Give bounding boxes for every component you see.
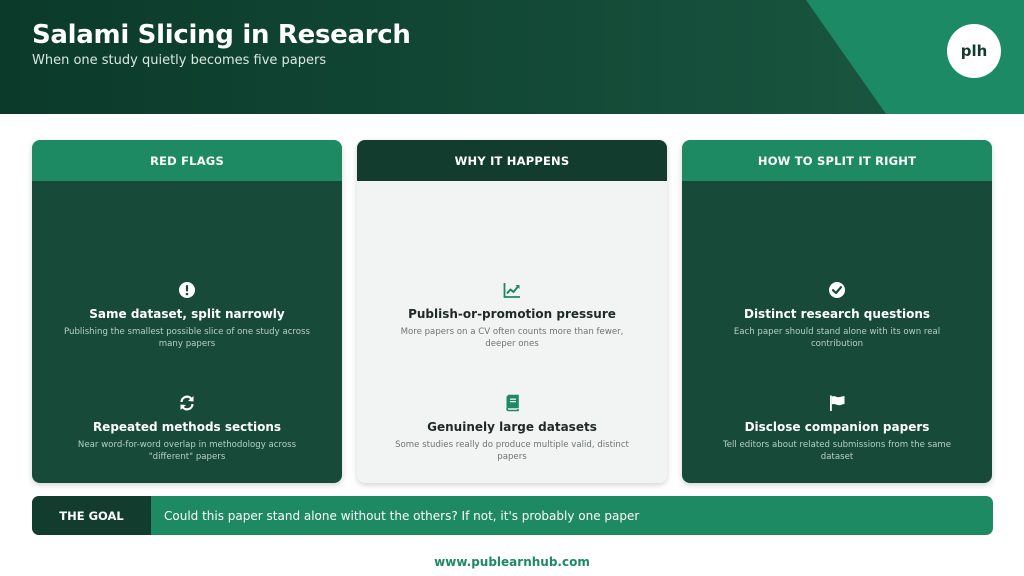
- goal-text: Could this paper stand alone without the…: [164, 508, 640, 523]
- item-title: Repeated methods sections: [92, 420, 282, 434]
- footer-url: www.publearnhub.com: [434, 555, 590, 569]
- goal-bar: THE GOAL Could this paper stand alone wi…: [32, 496, 993, 535]
- exclamation-circle-icon: [179, 282, 195, 298]
- item-description: Each paper should stand alone with its o…: [733, 327, 941, 349]
- book-icon: [506, 394, 519, 412]
- item-description: More papers on a CV often counts more th…: [400, 327, 624, 349]
- page-subtitle: When one study quietly becomes five pape…: [32, 53, 327, 68]
- list-item: Distinct research questions Each paper s…: [682, 281, 992, 350]
- flag-icon: [830, 395, 845, 411]
- item-title: Distinct research questions: [743, 307, 931, 321]
- list-item: Same dataset, split narrowly Publishing …: [32, 281, 342, 350]
- item-description: Some studies really do produce multiple …: [395, 440, 629, 462]
- item-title: Publish-or-promotion pressure: [408, 307, 616, 321]
- item-title: Disclose companion papers: [744, 420, 930, 434]
- card-heading: RED FLAGS: [32, 140, 342, 181]
- list-item: Disclose companion papers Tell editors a…: [682, 394, 992, 463]
- card-heading: HOW TO SPLIT IT RIGHT: [682, 140, 992, 181]
- list-item: Publish-or-promotion pressure More paper…: [357, 281, 667, 350]
- why-it-happens-card: WHY IT HAPPENS Publish-or-promotion pres…: [357, 140, 667, 483]
- red-flags-card: RED FLAGS Same dataset, split narrowly P…: [32, 140, 342, 483]
- how-to-split-card: HOW TO SPLIT IT RIGHT Distinct research …: [682, 140, 992, 483]
- item-description: Tell editors about related submissions f…: [722, 440, 952, 462]
- list-item: Genuinely large datasets Some studies re…: [357, 394, 667, 463]
- line-chart-icon: [503, 283, 520, 298]
- goal-label: THE GOAL: [32, 496, 151, 535]
- header-banner: Salami Slicing in Research When one stud…: [0, 0, 1024, 114]
- item-title: Genuinely large datasets: [427, 420, 597, 434]
- item-description: Publishing the smallest possible slice o…: [63, 327, 310, 349]
- brand-logo: plh: [947, 24, 1001, 78]
- card-heading: WHY IT HAPPENS: [357, 140, 667, 181]
- item-description: Near word-for-word overlap in methodolog…: [77, 440, 297, 462]
- refresh-icon: [180, 395, 194, 411]
- page-title: Salami Slicing in Research: [32, 20, 411, 50]
- check-circle-icon: [829, 282, 845, 298]
- list-item: Repeated methods sections Near word-for-…: [32, 394, 342, 463]
- item-title: Same dataset, split narrowly: [89, 307, 285, 321]
